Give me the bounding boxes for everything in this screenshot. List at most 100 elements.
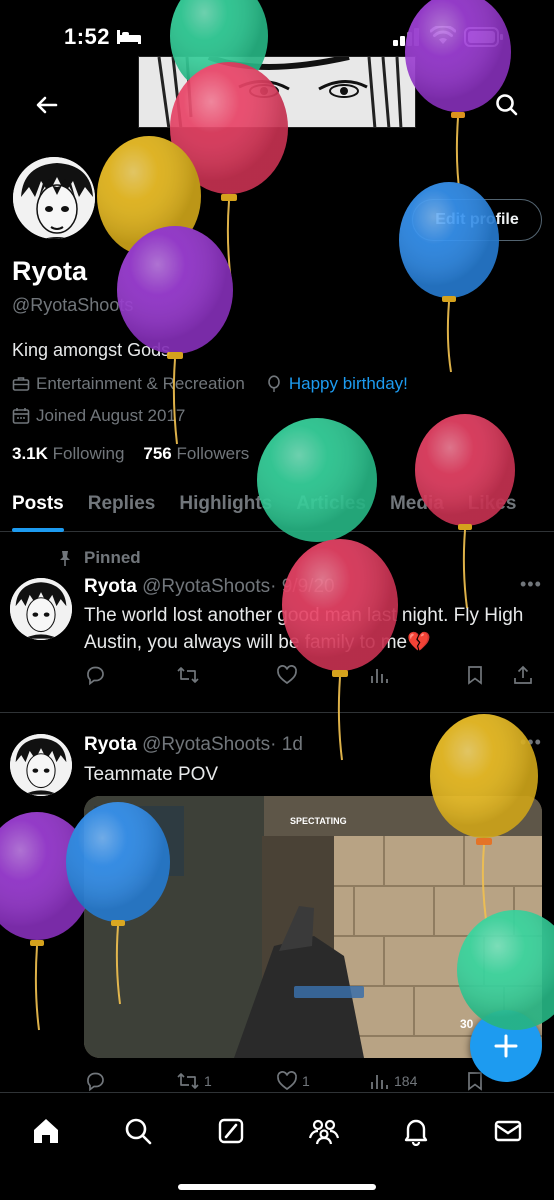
tab-likes[interactable]: Likes <box>456 478 529 532</box>
battery-icon <box>464 27 503 47</box>
post-author-name[interactable]: Ryota <box>84 734 137 755</box>
post-video[interactable]: SPECTATING 30 <box>84 796 542 1058</box>
balloon-icon <box>265 375 283 393</box>
nav-grok[interactable] <box>211 1111 251 1151</box>
follow-stats: 3.1K Following 756 Followers <box>12 444 249 464</box>
share-icon <box>514 665 532 684</box>
views-count: 184 <box>394 1073 418 1089</box>
tab-highlights[interactable]: Highlights <box>167 478 284 532</box>
nav-notifications[interactable] <box>396 1111 436 1151</box>
gameplay-video-frame: SPECTATING 30 <box>84 796 542 1058</box>
post-header: Ryota @RyotaShoots· 9/9/20 <box>84 576 335 598</box>
heart-icon <box>277 665 297 685</box>
bookmark-icon <box>468 666 482 685</box>
manga-avatar-image <box>13 157 95 239</box>
followers-link[interactable]: 756 Followers <box>143 444 249 463</box>
mail-icon <box>494 1120 522 1142</box>
status-time: 1:52 <box>64 24 111 49</box>
like-button[interactable] <box>276 664 368 686</box>
more-options-icon[interactable]: ••• <box>520 574 542 595</box>
search-button[interactable] <box>490 88 524 122</box>
followers-count: 756 <box>143 444 172 463</box>
arrow-left-icon <box>36 96 58 114</box>
banner-manga-eyes-image <box>139 57 415 127</box>
home-icon <box>34 1119 58 1143</box>
tab-posts[interactable]: Posts <box>0 478 76 532</box>
manga-avatar-image <box>10 578 72 640</box>
calendar-icon <box>12 407 30 425</box>
followers-label: Followers <box>176 444 250 463</box>
birthday-link[interactable]: Happy birthday! <box>289 374 408 394</box>
heart-icon <box>277 1071 297 1091</box>
nav-home[interactable] <box>26 1111 66 1151</box>
reply-button[interactable] <box>84 1070 176 1092</box>
profile-banner[interactable] <box>138 56 416 128</box>
post-author-handle[interactable]: @RyotaShoots <box>142 576 270 597</box>
tab-media[interactable]: Media <box>378 478 456 532</box>
pin-icon <box>60 551 70 566</box>
bookmark-button[interactable] <box>464 664 512 686</box>
post-timestamp[interactable]: · 1d <box>270 734 303 755</box>
bed-icon <box>117 30 141 44</box>
display-name: Ryota <box>12 256 88 286</box>
post-avatar[interactable] <box>10 734 72 796</box>
post-timestamp[interactable]: · 9/9/20 <box>270 576 334 597</box>
following-link[interactable]: 3.1K Following <box>12 444 124 463</box>
views-button[interactable]: 184 <box>368 1070 464 1092</box>
repost-icon <box>177 667 199 683</box>
edit-profile-button[interactable]: Edit profile <box>412 199 542 241</box>
post-text: The world lost another good man last nig… <box>84 605 524 653</box>
more-options-icon[interactable]: ••• <box>520 732 542 753</box>
profile-handle: @RyotaShoots <box>12 295 134 315</box>
pinned-label: Pinned <box>84 548 141 567</box>
cellular-signal-icon <box>393 28 419 46</box>
ammo-count: 30 <box>460 1017 474 1031</box>
briefcase-icon <box>12 375 30 393</box>
profile-avatar[interactable] <box>10 154 98 242</box>
nav-messages[interactable] <box>488 1111 528 1151</box>
repost-icon <box>177 1073 199 1089</box>
repost-count: 1 <box>204 1073 212 1089</box>
reply-button[interactable] <box>84 664 176 686</box>
pinned-indicator: Pinned <box>56 548 141 568</box>
bell-icon <box>404 1119 428 1146</box>
profile-joined-row: Joined August 2017 <box>12 406 185 426</box>
tab-replies[interactable]: Replies <box>76 478 168 532</box>
reply-icon <box>87 1072 104 1092</box>
plus-icon <box>494 1034 518 1058</box>
manga-avatar-image <box>10 734 72 796</box>
share-button[interactable] <box>512 664 534 686</box>
reply-icon <box>87 666 104 686</box>
post-actions <box>84 664 540 686</box>
views-icon <box>371 669 388 683</box>
post-actions: 1 1 184 <box>84 1070 540 1092</box>
profile-category: Entertainment & Recreation <box>36 374 245 393</box>
like-button[interactable]: 1 <box>276 1070 368 1092</box>
post-author-handle[interactable]: @RyotaShoots <box>142 734 270 755</box>
post-divider <box>0 712 554 713</box>
tab-articles[interactable]: Articles <box>284 478 378 532</box>
profile-bio: King amongst Gods <box>12 340 171 360</box>
nav-explore[interactable] <box>118 1111 158 1151</box>
profile-meta-row: Entertainment & Recreation Happy birthda… <box>12 374 408 394</box>
post-avatar[interactable] <box>10 578 72 640</box>
spectating-label: SPECTATING <box>290 816 347 826</box>
balloon-purple <box>0 812 93 1031</box>
communities-icon <box>308 1119 340 1145</box>
following-label: Following <box>52 444 125 463</box>
post-text: Teammate POV <box>84 764 219 785</box>
search-icon <box>125 1118 152 1145</box>
profile-tabs: Posts Replies Highlights Articles Media … <box>0 478 554 532</box>
wifi-icon <box>430 26 456 44</box>
compose-post-button[interactable] <box>470 1010 542 1082</box>
repost-button[interactable]: 1 <box>176 1070 276 1092</box>
following-count: 3.1K <box>12 444 48 463</box>
post-author-name[interactable]: Ryota <box>84 576 137 597</box>
like-count: 1 <box>302 1073 310 1089</box>
nav-communities[interactable] <box>304 1111 344 1151</box>
home-indicator[interactable] <box>178 1184 376 1190</box>
views-icon <box>371 1075 388 1089</box>
repost-button[interactable] <box>176 664 276 686</box>
views-button[interactable] <box>368 664 464 686</box>
back-button[interactable] <box>30 88 64 122</box>
